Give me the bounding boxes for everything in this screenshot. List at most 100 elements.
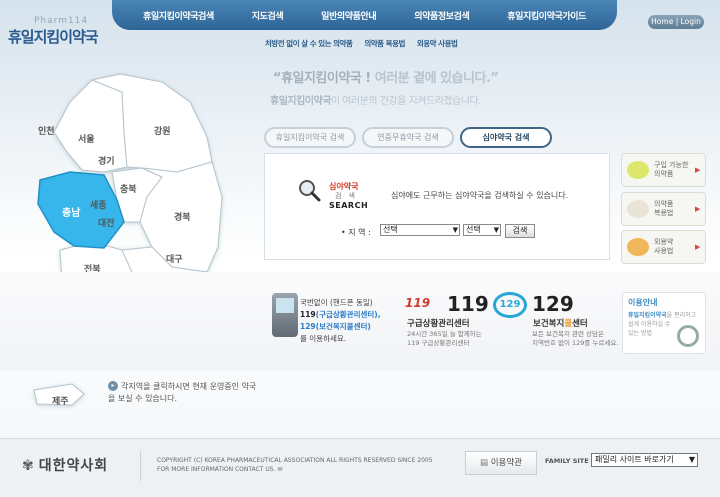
title-129: 보건복지콜센터	[533, 317, 588, 329]
region-shape-chungnam[interactable]	[37, 171, 125, 249]
map-hint-text: 각지역을 클릭하시면 현재 운영중인 약국을 보실 수 있습니다.	[108, 382, 257, 403]
title-119: 구급상황관리센터	[407, 319, 470, 329]
region-select-1[interactable]: 선택 ▼	[380, 224, 460, 236]
badge-129-logo: 129	[493, 292, 527, 318]
subnav-external-use[interactable]: 외용약 사용법	[417, 38, 458, 49]
subnav-otc-drugs[interactable]: 처방전 없이 살 수 있는 의약품	[265, 38, 353, 49]
emergency-info: 국번없이 (핸드폰 동일) 119(구급상황관리센터), 129(보건복지콜센터…	[300, 297, 381, 345]
kpa-logo[interactable]: 대한약사회	[22, 455, 108, 475]
logo-subtitle: Pharm114	[34, 16, 89, 26]
sub-navigation: 처방전 없이 살 수 있는 의약품 의약품 복용법 외용약 사용법	[265, 38, 458, 49]
subline-brand: 휴일지킴이약국	[270, 96, 331, 107]
region-incheon[interactable]: 인천	[38, 124, 55, 137]
region-daegu[interactable]: 대구	[166, 252, 183, 265]
family-site-value: 패밀리 사이트 바로가기	[595, 455, 674, 464]
ointment-icon	[627, 238, 649, 256]
arrow-right-icon: ▶	[695, 205, 701, 213]
side-link-dosage[interactable]: 의약품 복용법 ▶	[621, 192, 706, 226]
region-sejong[interactable]: 세종	[90, 198, 107, 211]
terms-button[interactable]: 이용약관	[465, 451, 537, 475]
arrow-right-icon: ▶	[695, 243, 701, 251]
desc-129-line1: 보든 보건복지 관련 상담은	[532, 330, 604, 338]
copyright: COPYRIGHT (C) KOREA PHARMACEUTICAL ASSOC…	[157, 456, 433, 474]
guide-desc-3: 있는 방법	[628, 330, 652, 337]
region-label: • 지 역 :	[341, 228, 371, 237]
side-link-dosage-line1: 의약품	[654, 200, 674, 208]
subline-rest: 이 여러분의 건강을 지켜드리겠습니다.	[330, 96, 481, 107]
side-link-otc-line2: 의약품	[654, 170, 674, 178]
search-en-label: SEARCH	[329, 201, 369, 210]
region-seoul[interactable]: 서울	[78, 132, 95, 145]
nav-map-search[interactable]: 지도검색	[252, 9, 284, 22]
nav-guide[interactable]: 휴일지킴이약국가이드	[507, 9, 586, 22]
chevron-down-icon: ▼	[452, 226, 458, 234]
emergency-info-119-desc: (구급상황관리센터),	[315, 310, 381, 319]
side-link-otc[interactable]: 구입 가능한 의약품 ▶	[621, 153, 706, 187]
desc-119-line1: 24시간 365일 늘 함께하는	[407, 330, 482, 338]
map-hint: ▸ 각지역을 클릭하시면 현재 운영중인 약국을 보실 수 있습니다.	[108, 381, 258, 405]
nav-otc-guide[interactable]: 일반의약품안내	[321, 9, 377, 22]
family-site-select[interactable]: 패밀리 사이트 바로가기 ▼	[591, 453, 698, 467]
desc-119: 24시간 365일 늘 함께하는 119 구급상황관리센터	[407, 330, 482, 348]
tab-always-open-pharmacy[interactable]: 연중무휴약국 검색	[362, 127, 454, 148]
magnifier-icon	[299, 180, 321, 202]
search-subtitle: 검 색	[335, 192, 355, 200]
region-chungbuk[interactable]: 충북	[120, 182, 137, 195]
search-tabs: 휴일지킴이약국 검색 연중무휴약국 검색 심야약국 검색	[264, 127, 552, 148]
guide-desc-brand: 휴일지킴이약국	[628, 312, 667, 319]
number-119: 119	[447, 292, 489, 316]
side-link-external-line2: 사용법	[654, 247, 674, 255]
side-link-dosage-text: 의약품 복용법	[654, 200, 673, 218]
mobile-phone-icon	[272, 293, 298, 337]
tab-holiday-pharmacy[interactable]: 휴일지킴이약국 검색	[264, 127, 356, 148]
number-129: 129	[532, 292, 574, 316]
search-description: 심야에도 근무하는 심야약국을 검색하실 수 있습니다.	[391, 191, 569, 200]
tab-late-night-pharmacy[interactable]: 심야약국 검색	[460, 127, 552, 148]
info-icon: ▸	[108, 381, 118, 391]
badge-119-logo: 119	[405, 296, 431, 310]
desc-129: 보든 보건복지 관련 상담은 지역번호 없이 129를 누르세요.	[532, 330, 618, 348]
pill-icon	[627, 161, 649, 179]
region-gyeonggi[interactable]: 경기	[98, 154, 115, 167]
nav-drug-info[interactable]: 의약품정보검색	[414, 9, 470, 22]
region-jeju[interactable]: 제주	[52, 394, 69, 407]
region-gangwon[interactable]: 강원	[154, 124, 171, 137]
desc-119-line2: 119 구급상황관리센터	[407, 339, 470, 347]
mail-icon[interactable]: ✉	[277, 466, 282, 473]
side-link-external[interactable]: 외용약 사용법 ▶	[621, 230, 706, 264]
region-daejeon[interactable]: 대전	[98, 216, 115, 229]
copyright-line1: COPYRIGHT (C) KOREA PHARMACEUTICAL ASSOC…	[157, 457, 433, 464]
contact-link[interactable]: FOR MORE INFORMATION CONTACT US.	[157, 466, 275, 473]
region-shape-gyeonggi-area[interactable]	[53, 79, 128, 173]
magnifying-glass-icon	[677, 325, 699, 347]
usage-guide-box[interactable]: 이용안내 휴일지킴이약국을 편리하고 쉽게 이용하실 수 있는 방법	[622, 292, 706, 354]
region-chungnam[interactable]: 충남	[62, 204, 80, 219]
desc-129-line2: 지역번호 없이 129를 누르세요.	[532, 339, 619, 347]
emergency-info-119: 119	[300, 310, 316, 319]
headline-brand: “휴일지킴이약국 !	[273, 71, 371, 86]
nav-holiday-search[interactable]: 휴일지킴이약국검색	[143, 9, 214, 22]
region-gyeongbuk[interactable]: 경북	[174, 210, 191, 223]
spoon-icon	[627, 200, 649, 218]
headline: “휴일지킴이약국 ! 여러분 곁에 있습니다.”	[273, 67, 499, 86]
region-select-2[interactable]: 선택 ▼	[463, 224, 501, 236]
side-link-dosage-line2: 복용법	[654, 209, 674, 217]
logo-title: 휴일지킴이약국	[8, 28, 99, 46]
guide-title: 이용안내	[628, 298, 658, 307]
side-link-external-text: 외용약 사용법	[654, 238, 673, 256]
guide-desc-1: 을 편리하고	[666, 312, 697, 319]
title-129-c: 센터	[572, 319, 588, 329]
site-logo[interactable]: Pharm114 휴일지킴이약국	[8, 16, 108, 47]
side-link-otc-text: 구입 가능한 의약품	[654, 161, 688, 179]
footer-divider	[140, 451, 141, 481]
side-link-otc-line1: 구입 가능한	[654, 161, 689, 169]
emergency-info-line1: 국번없이 (핸드폰 동일)	[300, 298, 373, 307]
chevron-down-icon: ▼	[688, 455, 695, 464]
headline-rest: 여러분 곁에 있습니다.”	[374, 71, 499, 86]
title-129-a: 보건복지	[533, 319, 565, 329]
home-login-button[interactable]: Home | Login	[648, 15, 704, 29]
subnav-dosage[interactable]: 의약품 복용법	[364, 38, 405, 49]
guide-desc-2: 쉽게 이용하실 수	[628, 321, 671, 328]
arrow-right-icon: ▶	[695, 166, 701, 174]
search-button[interactable]: 검색	[505, 224, 535, 238]
